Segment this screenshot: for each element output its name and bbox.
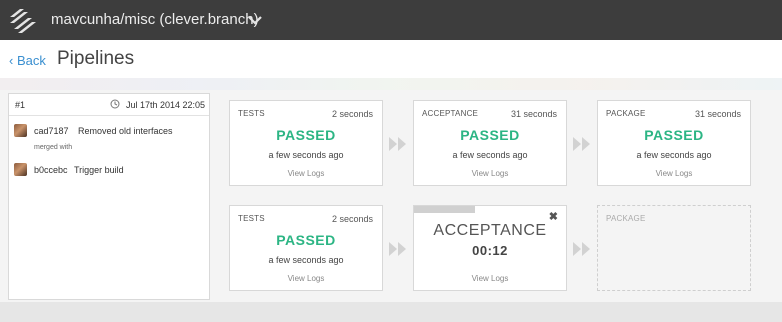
stage-duration: 2 seconds [331, 109, 373, 119]
stage-card-tests[interactable]: TESTS 2 seconds PASSED a few seconds ago… [229, 100, 383, 186]
stacked-bars-logo-icon[interactable] [8, 8, 36, 34]
stage-name: TESTS [238, 109, 265, 118]
stage-progress-bar [414, 206, 475, 213]
stage-card-package-pending: PACKAGE [597, 205, 751, 291]
view-logs-link[interactable]: View Logs [598, 169, 750, 178]
view-logs-link[interactable]: View Logs [414, 274, 566, 283]
double-arrow-right-icon [573, 137, 590, 151]
commit-message: Removed old interfaces [78, 126, 173, 136]
build-number: #1 [15, 100, 26, 110]
build-header: #1 Jul 17th 2014 22:05 [9, 94, 209, 116]
stage-status: PASSED [460, 127, 520, 143]
stage-name: ACCEPTANCE [433, 222, 547, 239]
repo-title[interactable]: mavcunha/misc (clever.branch) [51, 11, 259, 28]
commit-sha: b0ccebc [34, 165, 68, 175]
stage-card-tests[interactable]: TESTS 2 seconds PASSED a few seconds ago… [229, 205, 383, 291]
avatar [14, 163, 27, 176]
page-header: ‹ Back Pipelines [0, 40, 782, 78]
stage-status: PASSED [276, 127, 336, 143]
double-arrow-right-icon [389, 242, 406, 256]
avatar [14, 124, 27, 137]
view-logs-link[interactable]: View Logs [230, 169, 382, 178]
stage-time-ago: a few seconds ago [452, 150, 528, 160]
stage-card-acceptance[interactable]: ACCEPTANCE 31 seconds PASSED a few secon… [413, 100, 567, 186]
clock-icon [110, 99, 120, 109]
build-info-panel: #1 Jul 17th 2014 22:05 cad7187 Removed o… [8, 93, 210, 300]
header-gradient-divider [0, 78, 782, 90]
double-arrow-right-icon [389, 137, 406, 151]
stage-name: PACKAGE [606, 109, 646, 118]
view-logs-link[interactable]: View Logs [230, 274, 382, 283]
build-date: Jul 17th 2014 22:05 [126, 100, 206, 110]
page-title: Pipelines [57, 48, 135, 69]
stage-status: PASSED [276, 232, 336, 248]
stage-time-ago: a few seconds ago [268, 255, 344, 265]
stage-duration: 31 seconds [694, 109, 741, 119]
view-logs-link[interactable]: View Logs [414, 169, 566, 178]
stage-card-acceptance-running[interactable]: ✖ ACCEPTANCE 00:12 View Logs [413, 205, 567, 291]
back-link[interactable]: ‹ Back [9, 53, 46, 68]
stage-timer: 00:12 [472, 243, 508, 258]
stage-name: TESTS [238, 214, 265, 223]
stage-time-ago: a few seconds ago [268, 150, 344, 160]
stage-time-ago: a few seconds ago [636, 150, 712, 160]
stage-duration: 31 seconds [510, 109, 557, 119]
footer-band [0, 302, 782, 322]
stage-status: PASSED [644, 127, 704, 143]
chevron-down-icon[interactable] [247, 13, 263, 27]
stage-name: ACCEPTANCE [422, 109, 479, 118]
commit-message: Trigger build [74, 165, 124, 175]
merged-with-label: merged with [34, 144, 73, 151]
top-bar: mavcunha/misc (clever.branch) [0, 0, 782, 40]
commit-sha: cad7187 [34, 126, 69, 136]
stage-name: PACKAGE [606, 214, 646, 223]
double-arrow-right-icon [573, 242, 590, 256]
stage-card-package[interactable]: PACKAGE 31 seconds PASSED a few seconds … [597, 100, 751, 186]
stage-duration: 2 seconds [331, 214, 373, 224]
